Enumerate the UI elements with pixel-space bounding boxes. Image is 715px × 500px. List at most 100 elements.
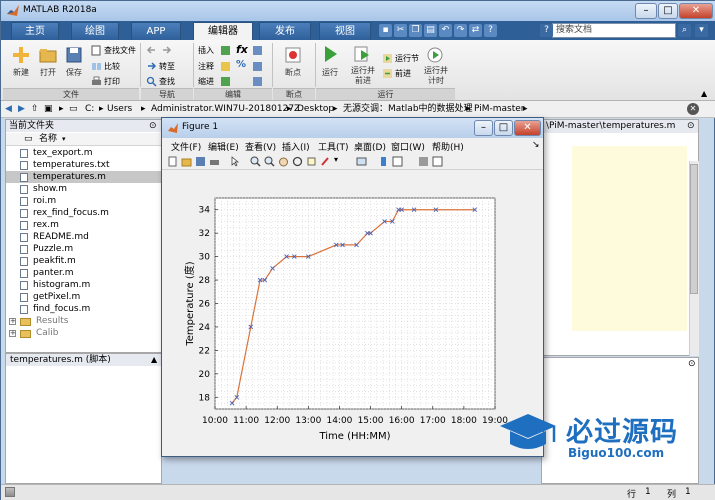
tab-plots[interactable]: 绘图: [71, 22, 119, 40]
menu-insert[interactable]: 插入(I): [282, 140, 310, 153]
hide-plot-tools-icon[interactable]: [418, 156, 429, 167]
breadcrumb-item[interactable]: 无源交调：Matlab中的数据处理: [343, 103, 473, 116]
address-close-icon[interactable]: ✕: [687, 103, 699, 115]
breadcrumb-item[interactable]: Users: [107, 103, 132, 116]
folder-row[interactable]: + Results: [6, 315, 161, 327]
file-row[interactable]: tex_export.m: [6, 147, 161, 159]
menu-window[interactable]: 窗口(W): [391, 140, 425, 153]
open-file-icon[interactable]: [181, 156, 192, 167]
new-figure-icon[interactable]: [167, 156, 178, 167]
print-button[interactable]: 打印: [104, 76, 120, 87]
rotate-icon[interactable]: [292, 156, 303, 167]
file-row[interactable]: show.m: [6, 183, 161, 195]
file-row[interactable]: temperatures.txt: [6, 159, 161, 171]
zoom-out-icon[interactable]: [264, 156, 275, 167]
brush-icon[interactable]: [320, 156, 331, 167]
save-button[interactable]: 保存: [60, 68, 88, 78]
find-button[interactable]: 查找: [159, 76, 175, 87]
breakpoints-button[interactable]: 断点: [277, 68, 309, 78]
tab-publish[interactable]: 发布: [259, 22, 311, 40]
tab-apps[interactable]: APP: [131, 22, 181, 40]
breakpoint-icon[interactable]: [283, 45, 303, 65]
collapse-details-icon[interactable]: ▲: [151, 354, 157, 366]
scrollbar-thumb[interactable]: [690, 164, 698, 294]
save-icon[interactable]: [64, 45, 84, 65]
file-row[interactable]: histogram.m: [6, 279, 161, 291]
indent-button[interactable]: 缩进: [198, 76, 214, 87]
menu-view[interactable]: 查看(V): [245, 140, 276, 153]
panel-menu-icon[interactable]: ⊙: [149, 120, 157, 132]
file-row[interactable]: rex.m: [6, 219, 161, 231]
figure-window[interactable]: Figure 1 – □ ✕ 文件(F) 编辑(E) 查看(V) 插入(I) 工…: [161, 117, 544, 457]
run-section-button[interactable]: 运行节: [395, 53, 419, 64]
help-icon[interactable]: ?: [540, 24, 553, 37]
link-plot-icon[interactable]: [356, 156, 367, 167]
show-plot-tools-icon[interactable]: [432, 156, 443, 167]
forward-arrow-icon[interactable]: [161, 45, 172, 56]
redo-quick-icon[interactable]: ↷: [454, 24, 467, 37]
run-time-icon[interactable]: [425, 44, 445, 64]
run-advance-icon[interactable]: [352, 44, 372, 64]
find-files-button[interactable]: 查找文件: [104, 45, 136, 56]
forward-icon[interactable]: ▶: [18, 103, 25, 116]
comment-icon[interactable]: [220, 61, 231, 72]
breadcrumb-item[interactable]: Desktop: [297, 103, 334, 116]
save-quick-icon[interactable]: ▪: [379, 24, 392, 37]
search-icon[interactable]: ⌕: [678, 24, 691, 37]
tab-view[interactable]: 视图: [319, 22, 371, 40]
menu-desktop[interactable]: 桌面(D): [354, 140, 386, 153]
outdent-icon[interactable]: [252, 76, 263, 87]
figure-maximize-button[interactable]: □: [494, 120, 513, 136]
file-row[interactable]: rex_find_focus.m: [6, 207, 161, 219]
menu-help[interactable]: 帮助(H): [432, 140, 464, 153]
editor-code-area[interactable]: [572, 146, 687, 331]
data-cursor-icon[interactable]: [306, 156, 317, 167]
browse-folder-icon[interactable]: ▣: [44, 103, 53, 116]
compare-button[interactable]: 比较: [104, 61, 120, 72]
new-button[interactable]: 新建: [7, 68, 35, 78]
pan-icon[interactable]: [278, 156, 289, 167]
tab-editor[interactable]: 编辑器: [193, 22, 253, 40]
run-button[interactable]: 运行: [315, 68, 345, 78]
bell-icon[interactable]: ▾: [695, 24, 708, 37]
menu-tools[interactable]: 工具(T): [318, 140, 349, 153]
collapse-ribbon-icon[interactable]: ▲: [701, 89, 707, 98]
folder-row[interactable]: + Calib: [6, 327, 161, 339]
brush-dropdown-icon[interactable]: ▾: [334, 155, 338, 164]
maximize-button[interactable]: □: [658, 3, 678, 19]
run-time-button[interactable]: 运行并 计时: [420, 66, 452, 86]
figure-minimize-button[interactable]: –: [474, 120, 493, 136]
file-row[interactable]: Puzzle.m: [6, 243, 161, 255]
colorbar-icon[interactable]: [378, 156, 389, 167]
file-row[interactable]: panter.m: [6, 267, 161, 279]
insert-section-icon[interactable]: [220, 45, 231, 56]
breadcrumb-item[interactable]: C:: [85, 103, 94, 116]
file-row[interactable]: roi.m: [6, 195, 161, 207]
back-icon[interactable]: ◀: [5, 103, 12, 116]
back-arrow-icon[interactable]: [146, 45, 157, 56]
smart-indent-icon[interactable]: [252, 45, 263, 56]
save-figure-icon[interactable]: [195, 156, 206, 167]
search-input[interactable]: 搜索文档: [552, 23, 676, 38]
insert-button[interactable]: 插入: [198, 45, 214, 56]
file-row[interactable]: README.md: [6, 231, 161, 243]
tab-home[interactable]: 主页: [11, 22, 59, 40]
temperature-line-chart[interactable]: 10:00 11:00 12:00 13:00 14:00 15:00 16:00 17:00…: [162, 171, 543, 456]
command-menu-icon[interactable]: ⊙: [688, 359, 696, 369]
run-icon[interactable]: [320, 44, 340, 64]
open-folder-icon[interactable]: [38, 45, 58, 65]
run-advance-button[interactable]: 运行并 前进: [347, 66, 379, 86]
close-button[interactable]: ✕: [679, 3, 713, 19]
file-row[interactable]: temperatures.m: [6, 171, 161, 183]
file-row[interactable]: getPixel.m: [6, 291, 161, 303]
new-icon[interactable]: [11, 45, 31, 65]
expand-icon[interactable]: +: [9, 330, 16, 337]
advance-button[interactable]: 前进: [395, 68, 411, 79]
copy-quick-icon[interactable]: ❐: [409, 24, 422, 37]
undo-quick-icon[interactable]: ↶: [439, 24, 452, 37]
goto-button[interactable]: 转至: [159, 61, 175, 72]
print-figure-icon[interactable]: [209, 156, 220, 167]
up-folder-icon[interactable]: ⇧: [31, 103, 39, 116]
plot-area[interactable]: 10:00 11:00 12:00 13:00 14:00 15:00 16:00 17:00…: [162, 171, 543, 456]
indent-icon[interactable]: [220, 76, 231, 87]
